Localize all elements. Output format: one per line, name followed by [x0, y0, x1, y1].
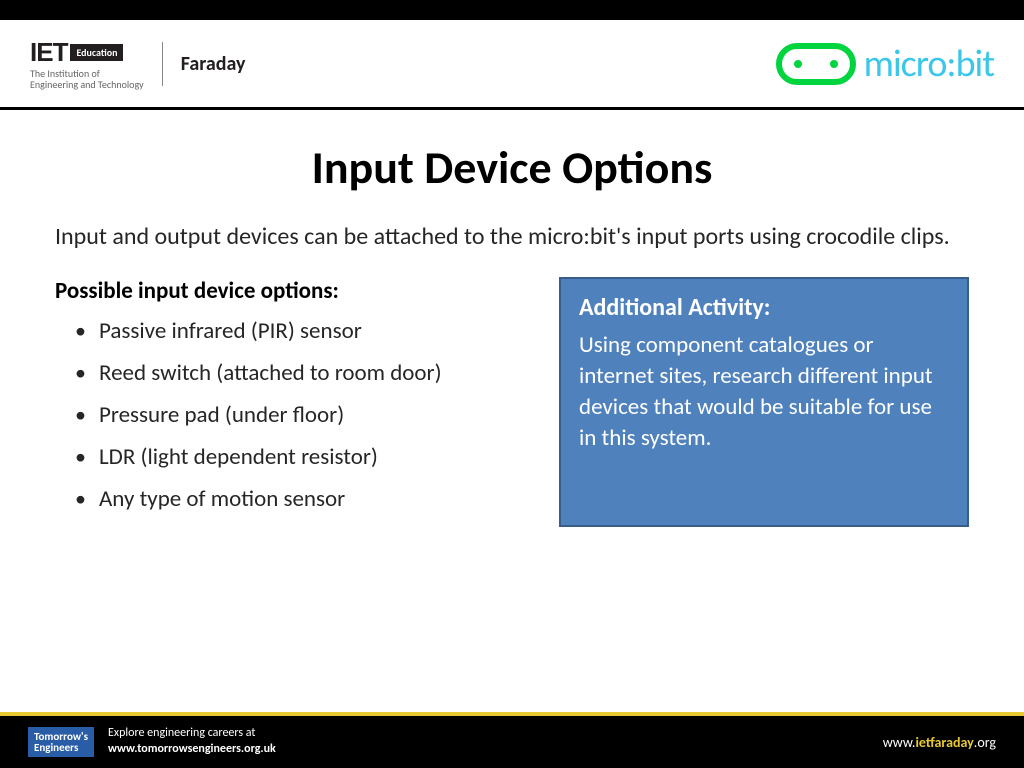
options-column: Possible input device options: Passive i…: [55, 277, 529, 526]
list-item: Reed switch (attached to room door): [75, 359, 529, 389]
footer-left: Tomorrow's Engineers Explore engineering…: [28, 726, 276, 757]
content: Input Device Options Input and output de…: [0, 110, 1024, 557]
options-list: Passive infrared (PIR) sensor Reed switc…: [55, 317, 529, 514]
footer: Tomorrow's Engineers Explore engineering…: [0, 712, 1024, 768]
page-title: Input Device Options: [55, 140, 969, 196]
logo-divider: [162, 42, 163, 86]
iet-logo: IET Education The Institution of Enginee…: [30, 37, 245, 90]
faraday-text: Faraday: [181, 52, 246, 76]
tomorrows-engineers-logo: Tomorrow's Engineers: [28, 727, 94, 757]
footer-careers-text: Explore engineering careers at www.tomor…: [108, 726, 276, 757]
top-black-bar: [0, 0, 1024, 20]
options-heading: Possible input device options:: [55, 277, 529, 305]
microbit-logo: micro:bit: [776, 41, 994, 87]
footer-url: www.ietfaraday.org: [883, 734, 996, 751]
activity-title: Additional Activity:: [579, 293, 949, 322]
iet-subtitle-2: Engineering and Technology: [30, 79, 144, 90]
intro-text: Input and output devices can be attached…: [55, 221, 969, 252]
list-item: Pressure pad (under floor): [75, 401, 529, 431]
iet-letters: IET: [30, 37, 67, 68]
list-item: Passive infrared (PIR) sensor: [75, 317, 529, 347]
activity-box: Additional Activity: Using component cat…: [559, 277, 969, 526]
list-item: LDR (light dependent resistor): [75, 443, 529, 473]
header: IET Education The Institution of Enginee…: [0, 20, 1024, 110]
columns: Possible input device options: Passive i…: [55, 277, 969, 526]
list-item: Any type of motion sensor: [75, 485, 529, 515]
iet-education-badge: Education: [70, 44, 123, 61]
activity-text: Using component catalogues or internet s…: [579, 330, 949, 454]
microbit-chip-icon: [776, 43, 856, 85]
microbit-text: micro:bit: [864, 41, 994, 87]
